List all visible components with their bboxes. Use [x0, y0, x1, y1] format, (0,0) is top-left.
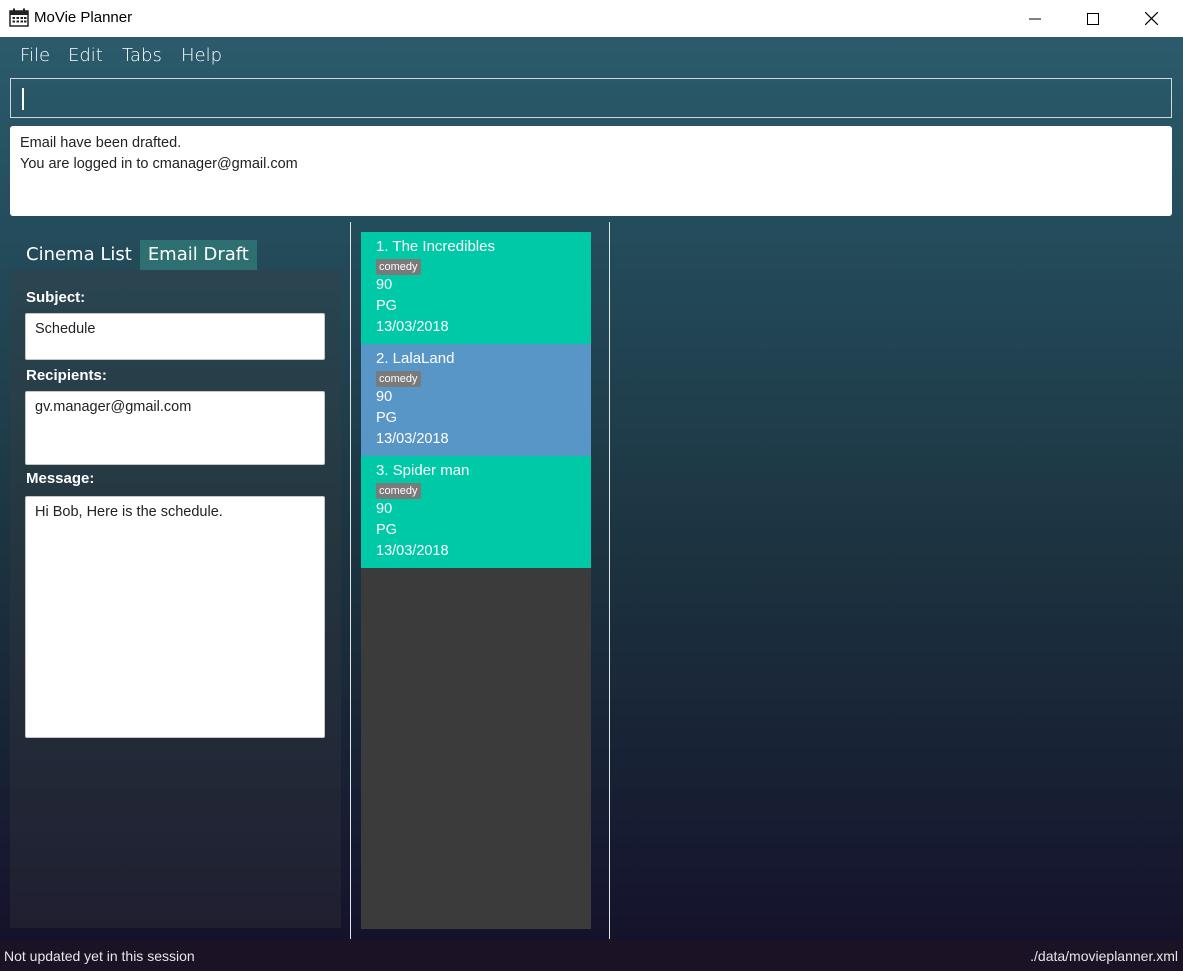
message-label: Message:: [26, 470, 95, 487]
menu-bar: File Edit Tabs Help: [0, 37, 1183, 74]
movie-duration: 90: [376, 389, 393, 405]
result-display: Email have been drafted. You are logged …: [10, 126, 1172, 216]
recipients-label: Recipients:: [26, 367, 107, 384]
title-bar: MoVie Planner: [0, 0, 1183, 37]
result-line-2: You are logged in to cmanager@gmail.com: [20, 156, 298, 172]
close-button[interactable]: [1122, 0, 1180, 37]
subject-label: Subject:: [26, 289, 86, 306]
movie-card[interactable]: 2. LalaLand comedy 90 PG 13/03/2018: [361, 344, 591, 456]
genre-tag: comedy: [376, 259, 421, 275]
window-title: MoVie Planner: [34, 9, 133, 26]
movie-duration: 90: [376, 277, 393, 293]
movie-date: 13/03/2018: [376, 319, 449, 335]
tab-email-draft[interactable]: Email Draft: [139, 240, 257, 270]
movie-date: 13/03/2018: [376, 543, 449, 559]
movie-card[interactable]: 1. The Incredibles comedy 90 PG 13/03/20…: [361, 232, 591, 344]
result-line-1: Email have been drafted.: [20, 135, 182, 151]
tab-bar: Cinema List Email Draft: [18, 240, 257, 270]
menu-tabs[interactable]: Tabs: [122, 45, 162, 66]
movie-title: 1. The Incredibles: [376, 238, 495, 255]
status-bar: Not updated yet in this session ./data/m…: [0, 940, 1183, 971]
movie-rating: PG: [376, 522, 397, 538]
movie-rating: PG: [376, 298, 397, 314]
tab-cinema-list[interactable]: Cinema List: [18, 240, 140, 270]
movie-card[interactable]: 3. Spider man comedy 90 PG 13/03/2018: [361, 456, 591, 568]
movie-date: 13/03/2018: [376, 431, 449, 447]
save-location: ./data/movieplanner.xml: [1030, 948, 1178, 964]
subject-field[interactable]: Schedule: [25, 313, 325, 360]
menu-help[interactable]: Help: [181, 45, 222, 66]
genre-tag: comedy: [376, 483, 421, 499]
minimize-button[interactable]: [1006, 0, 1064, 37]
panel-divider-left[interactable]: [350, 222, 351, 939]
maximize-button[interactable]: [1064, 0, 1122, 37]
menu-edit[interactable]: Edit: [68, 45, 103, 66]
email-draft-panel: Subject: Schedule Recipients: gv.manager…: [10, 270, 341, 928]
movie-title: 3. Spider man: [376, 462, 470, 479]
sync-status: Not updated yet in this session: [4, 948, 195, 964]
maximize-icon: [1087, 12, 1099, 25]
message-field[interactable]: Hi Bob, Here is the schedule.: [25, 496, 325, 738]
movie-duration: 90: [376, 501, 393, 517]
text-caret: [22, 88, 24, 110]
recipients-field[interactable]: gv.manager@gmail.com: [25, 391, 325, 465]
calendar-icon: [9, 8, 29, 27]
command-input[interactable]: [10, 78, 1172, 118]
minimize-icon: [1029, 18, 1041, 19]
genre-tag: comedy: [376, 371, 421, 387]
movie-rating: PG: [376, 410, 397, 426]
panel-divider-right[interactable]: [609, 222, 610, 939]
menu-file[interactable]: File: [20, 45, 50, 66]
app-main: File Edit Tabs Help Email have been draf…: [0, 37, 1183, 971]
movie-list[interactable]: 1. The Incredibles comedy 90 PG 13/03/20…: [361, 232, 591, 929]
close-icon: [1144, 12, 1158, 25]
movie-title: 2. LalaLand: [376, 350, 455, 367]
